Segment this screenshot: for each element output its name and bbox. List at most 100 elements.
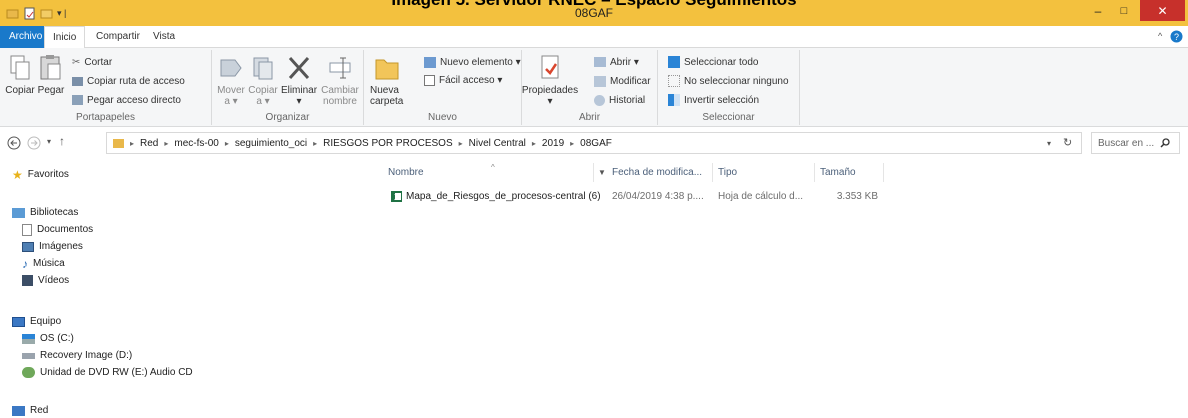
document-icon — [22, 223, 32, 236]
copy-icon — [10, 55, 30, 80]
library-icon — [12, 207, 25, 218]
paste-button[interactable]: Pegar — [37, 54, 65, 96]
copy-to-button[interactable]: Copiar a ▾ — [248, 54, 278, 107]
address-dropdown-icon[interactable]: ▾ — [1047, 139, 1051, 148]
edit-button[interactable]: Modificar — [594, 73, 651, 89]
select-group: Seleccionar todo No seleccionar ninguno … — [658, 50, 800, 125]
sort-ascending-icon: ^ — [491, 163, 495, 172]
breadcrumb-item[interactable]: 2019 — [542, 138, 564, 149]
nav-item-os-drive[interactable]: OS (C:) — [22, 330, 74, 347]
breadcrumb-item[interactable]: RIESGOS POR PROCESOS — [323, 138, 452, 149]
move-to-icon — [220, 59, 242, 77]
copy-to-icon — [253, 57, 273, 80]
folder-icon — [113, 138, 124, 148]
column-divider[interactable] — [814, 163, 815, 182]
ribbon-tabs: Archivo Inicio Compartir Vista ^ ? — [0, 26, 1188, 49]
easy-access-icon — [424, 74, 435, 86]
recent-locations-icon[interactable]: ▾ — [47, 137, 51, 146]
nav-item-dvd-drive[interactable]: Unidad de DVD RW (E:) Audio CD — [22, 364, 193, 381]
column-header-size[interactable]: Tamaño — [820, 162, 856, 184]
invert-selection-icon — [668, 94, 680, 106]
new-group-label: Nuevo — [428, 112, 457, 123]
breadcrumb-item[interactable]: mec-fs-00 — [174, 138, 218, 149]
file-date: 26/04/2019 4:38 p.... — [612, 191, 704, 202]
select-group-label: Seleccionar — [702, 112, 755, 123]
file-type: Hoja de cálculo d... — [718, 191, 804, 202]
breadcrumb-item[interactable]: 08GAF — [580, 138, 612, 149]
svg-text:?: ? — [1174, 32, 1179, 42]
cut-button[interactable]: ✂ Cortar — [72, 54, 112, 70]
paste-shortcut-button[interactable]: Pegar acceso directo — [72, 92, 181, 108]
breadcrumb-item[interactable]: Red — [140, 138, 158, 149]
copy-path-icon — [72, 76, 83, 86]
file-name[interactable]: Mapa_de_Riesgos_de_procesos-central (6) — [406, 188, 601, 206]
new-folder-icon — [375, 59, 399, 80]
column-divider[interactable] — [883, 163, 884, 182]
help-icon[interactable]: ? — [1170, 30, 1183, 43]
move-to-button[interactable]: Mover a ▾ — [216, 54, 246, 107]
column-header-name[interactable]: Nombre — [388, 162, 424, 184]
copy-button[interactable]: Copiar — [5, 54, 35, 96]
up-arrow-icon[interactable]: ↑ — [59, 134, 65, 148]
windows-drive-icon — [22, 333, 35, 344]
column-header-type[interactable]: Tipo — [718, 162, 737, 184]
network-icon — [12, 405, 25, 416]
nav-item-computer[interactable]: Equipo — [12, 313, 61, 330]
search-box[interactable]: Buscar en ... — [1091, 132, 1180, 154]
history-icon — [594, 94, 605, 106]
svg-text:X: X — [394, 193, 400, 202]
tab-view[interactable]: Vista — [145, 26, 183, 48]
nav-item-images[interactable]: Imágenes — [22, 238, 83, 255]
new-item-button[interactable]: Nuevo elemento ▾ — [424, 54, 521, 70]
drive-icon — [22, 352, 35, 359]
nav-item-libraries[interactable]: Bibliotecas — [12, 204, 78, 221]
star-icon: ★ — [12, 167, 23, 182]
nav-item-videos[interactable]: Vídeos — [22, 272, 69, 289]
tab-home[interactable]: Inicio — [44, 26, 86, 49]
nav-item-music[interactable]: ♪ Música — [22, 255, 65, 272]
new-folder-button[interactable]: Nueva carpeta — [370, 54, 403, 107]
easy-access-button[interactable]: Fácil acceso ▾ — [424, 72, 502, 88]
figure-caption: Imagen 5. Servidor RNEC – Espacio Seguim… — [0, 0, 1188, 9]
clipboard-group: Copiar Pegar ✂ Cortar Copiar ruta de acce… — [0, 50, 212, 125]
column-header-date[interactable]: Fecha de modifica... — [612, 162, 702, 184]
paste-icon — [40, 55, 61, 80]
breadcrumb-item[interactable]: Nivel Central — [469, 138, 526, 149]
chevron-right-icon: ▸ — [570, 138, 575, 148]
computer-icon — [12, 316, 25, 327]
nav-item-recovery-drive[interactable]: Recovery Image (D:) — [22, 347, 132, 364]
select-all-button[interactable]: Seleccionar todo — [668, 54, 759, 70]
nav-item-network[interactable]: Red — [12, 402, 48, 418]
copy-path-button[interactable]: Copiar ruta de acceso — [72, 73, 185, 89]
open-button[interactable]: Abrir ▾ — [594, 54, 639, 70]
nav-item-favorites[interactable]: ★ Favoritos — [12, 166, 69, 183]
organize-group-label: Organizar — [265, 112, 310, 123]
edit-icon — [594, 75, 606, 87]
breadcrumb-item[interactable]: seguimiento_oci — [235, 138, 307, 149]
chevron-right-icon: ▸ — [458, 138, 463, 148]
properties-button[interactable]: Propiedades ▾ — [522, 54, 578, 107]
chevron-right-icon: ▸ — [164, 138, 169, 148]
paste-shortcut-icon — [72, 95, 83, 105]
scissors-icon: ✂ — [72, 56, 81, 68]
search-placeholder: Buscar en ... — [1098, 137, 1155, 149]
address-bar[interactable]: ▸ Red ▸ mec-fs-00 ▸ seguimiento_oci ▸ RIESG… — [106, 132, 1082, 154]
organize-group: Mover a ▾ Copiar a ▾ Eliminar ▾ Cambiar … — [212, 50, 364, 125]
rename-button[interactable]: Cambiar nombre — [318, 54, 362, 107]
select-none-icon — [668, 75, 680, 87]
column-divider[interactable] — [593, 163, 594, 182]
tab-share[interactable]: Compartir — [88, 26, 148, 48]
history-button[interactable]: Historial — [594, 92, 645, 108]
delete-button[interactable]: Eliminar ▾ — [281, 54, 317, 107]
invert-selection-button[interactable]: Invertir selección — [668, 92, 759, 108]
select-none-button[interactable]: No seleccionar ninguno — [668, 73, 789, 89]
clipboard-group-label: Portapapeles — [76, 112, 135, 123]
back-arrow-icon[interactable] — [7, 136, 21, 150]
column-filter-icon[interactable]: ▼ — [598, 168, 606, 177]
column-divider[interactable] — [712, 163, 713, 182]
collapse-ribbon-icon[interactable]: ^ — [1158, 31, 1162, 41]
rename-icon — [329, 57, 351, 79]
forward-arrow-icon[interactable] — [27, 136, 41, 150]
nav-item-documents[interactable]: Documentos — [22, 221, 93, 238]
refresh-icon[interactable]: ↻ — [1063, 136, 1072, 149]
